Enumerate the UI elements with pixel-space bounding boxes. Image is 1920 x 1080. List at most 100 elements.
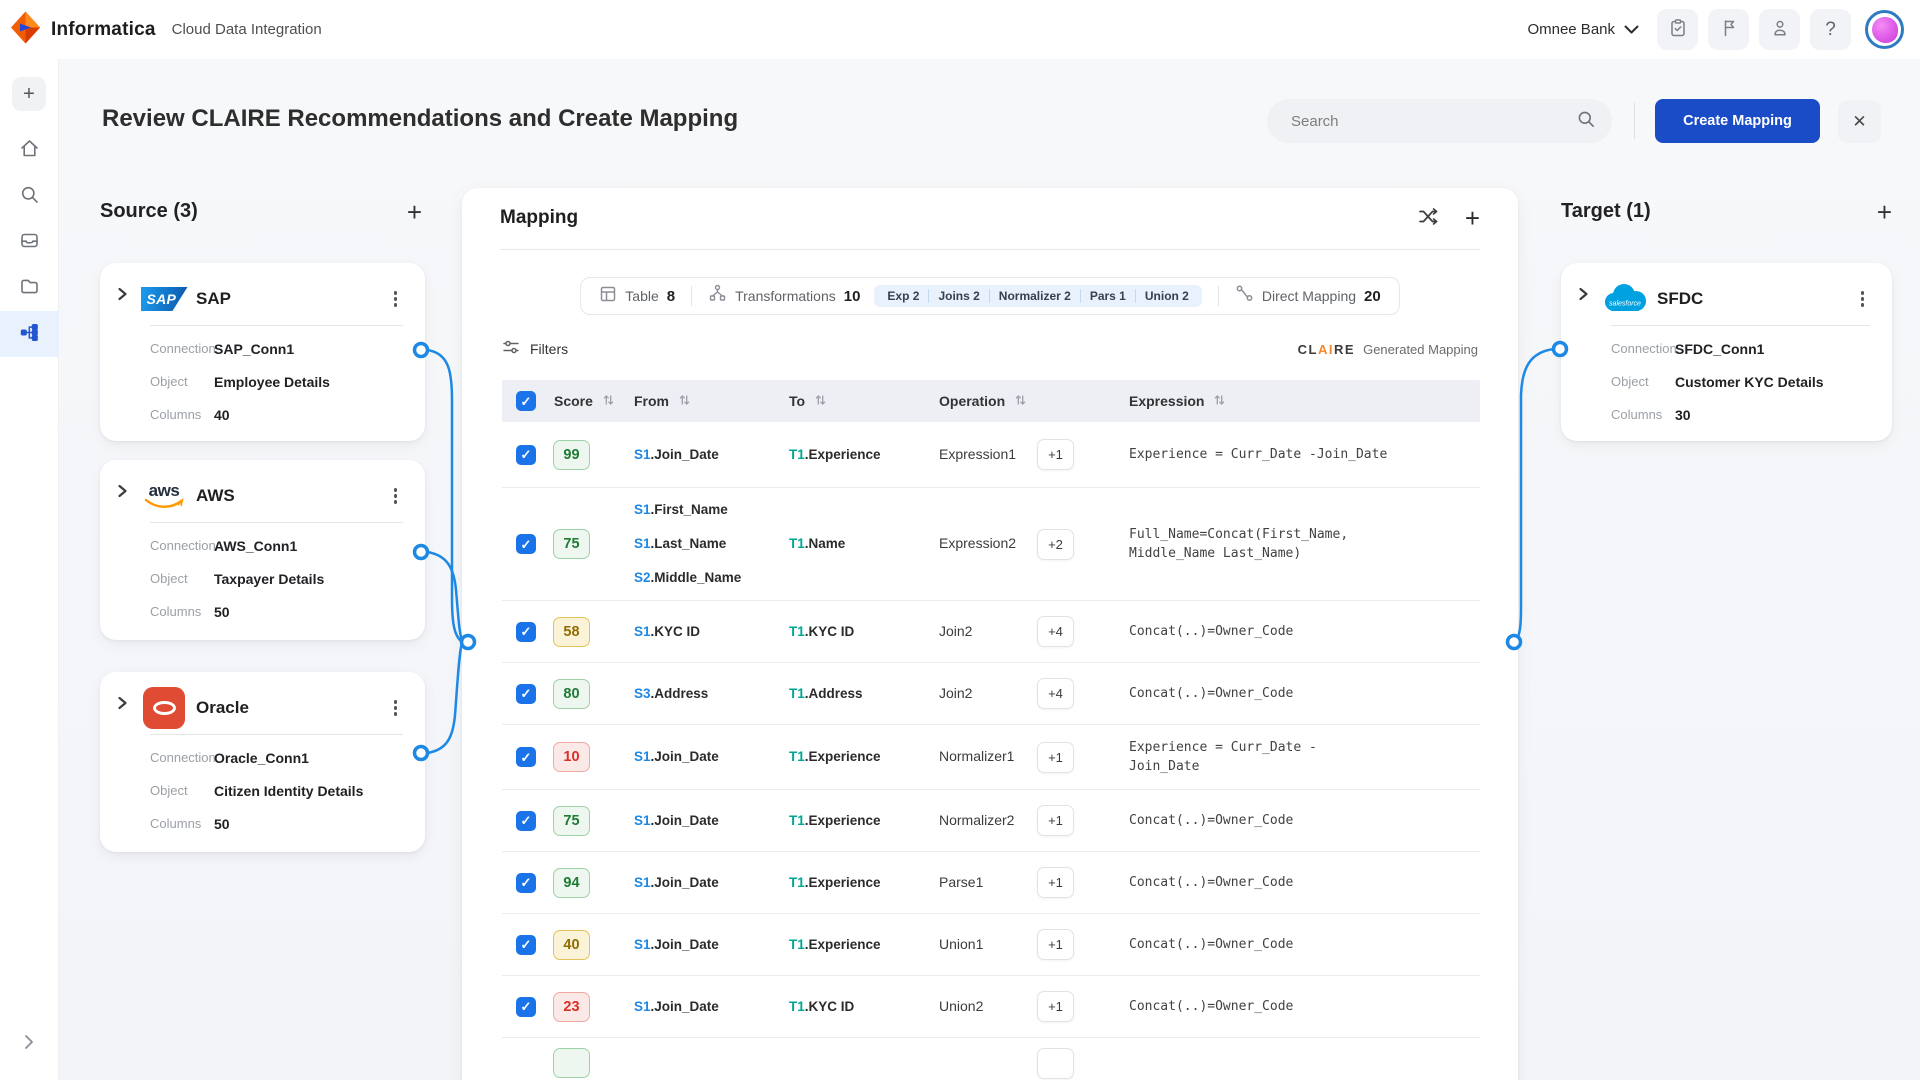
sidebar-item-home[interactable]: [0, 127, 59, 173]
operation-name: Normalizer2: [939, 812, 1014, 828]
target-prefix: T1: [789, 536, 805, 551]
target-card-stack: salesforce SFDC Connection SFDC_Conn1 Ob…: [1561, 263, 1892, 441]
connector-name: SAP: [196, 289, 231, 309]
column-header-expression[interactable]: Expression: [1129, 393, 1480, 409]
check-icon: ✓: [521, 625, 532, 638]
field-name: .Join_Date: [651, 813, 719, 828]
operation-count-badge[interactable]: +1: [1037, 439, 1074, 470]
brand-name: Informatica: [51, 19, 156, 41]
connector-name: AWS: [196, 486, 235, 506]
mapping-row[interactable]: ✓ 94 S1.Join_Date T1.Experience Parse1 +…: [502, 852, 1480, 914]
expand-card-button[interactable]: [117, 287, 128, 304]
search-input[interactable]: [1291, 113, 1576, 130]
search-box[interactable]: [1267, 99, 1612, 143]
source-card[interactable]: SAP aws Oracle Connection Oracle_Conn1 O…: [100, 672, 425, 852]
row-checkbox[interactable]: ✓: [516, 684, 536, 704]
add-target-button[interactable]: +: [1877, 202, 1892, 222]
object-label: Object: [150, 374, 214, 390]
expression-text: Concat(..)=Owner_Code: [1129, 811, 1480, 830]
sort-icon[interactable]: [1214, 393, 1225, 409]
operation-count-badge[interactable]: +1: [1037, 929, 1074, 960]
operation-count-badge[interactable]: +4: [1037, 678, 1074, 709]
add-source-button[interactable]: +: [407, 202, 422, 222]
transformation-chips: Exp 2Joins 2Normalizer 2Pars 1Union 2: [874, 285, 1201, 307]
create-mapping-button[interactable]: Create Mapping: [1655, 99, 1820, 143]
operation-count-badge[interactable]: +1: [1037, 805, 1074, 836]
object-value: Employee Details: [214, 374, 405, 390]
row-checkbox[interactable]: ✓: [516, 747, 536, 767]
mapping-row[interactable]: ✓ 10 S1.Join_Date T1.Experience Normaliz…: [502, 725, 1480, 790]
auto-map-button[interactable]: [1418, 207, 1439, 229]
mapping-network-icon: [19, 322, 40, 346]
sidebar-item-mappings[interactable]: [0, 311, 59, 357]
expression-text: Concat(..)=Owner_Code: [1129, 873, 1480, 892]
operation-name: Union1: [939, 936, 983, 952]
sort-icon[interactable]: [815, 393, 826, 409]
row-checkbox[interactable]: ✓: [516, 873, 536, 893]
row-checkbox[interactable]: ✓: [516, 811, 536, 831]
sort-icon[interactable]: [1015, 393, 1026, 409]
operation-count-badge[interactable]: +4: [1037, 616, 1074, 647]
user-button[interactable]: [1759, 9, 1800, 50]
new-button[interactable]: +: [12, 77, 46, 111]
operation-count-badge[interactable]: +2: [1037, 529, 1074, 560]
kebab-menu-icon[interactable]: [390, 287, 402, 311]
mapping-row[interactable]: ✓ 99 S1.Join_Date T1.Experience Expressi…: [502, 422, 1480, 488]
mapping-row[interactable]: ✓ 23 S1.Join_Date T1.KYC ID Union2 +1 Co…: [502, 976, 1480, 1038]
column-header-from[interactable]: From: [634, 393, 789, 409]
source-card[interactable]: SAP aws SAP Connection SAP_Conn1 Object …: [100, 263, 425, 441]
expression-text: Concat(..)=Owner_Code: [1129, 935, 1480, 954]
mapping-row[interactable]: ✓ 75 S1.Join_Date T1.Experience Normaliz…: [502, 790, 1480, 852]
operation-count-badge[interactable]: +1: [1037, 742, 1074, 773]
clipboard-check-icon: [1668, 18, 1688, 41]
operation-count-badge[interactable]: [1037, 1048, 1074, 1079]
filters-button[interactable]: Filters: [502, 338, 568, 361]
tasks-button[interactable]: [1657, 9, 1698, 50]
flag-button[interactable]: [1708, 9, 1749, 50]
from-field-list: S3.Address: [634, 685, 789, 703]
org-switcher[interactable]: Omnee Bank: [1527, 21, 1639, 39]
expand-card-button[interactable]: [1578, 287, 1589, 304]
kebab-menu-icon[interactable]: [390, 696, 402, 720]
to-field: T1.KYC ID: [789, 623, 939, 641]
add-mapping-button[interactable]: +: [1465, 208, 1480, 228]
target-card[interactable]: salesforce SFDC Connection SFDC_Conn1 Ob…: [1561, 263, 1892, 441]
row-checkbox[interactable]: ✓: [516, 622, 536, 642]
select-all-checkbox[interactable]: ✓: [516, 391, 536, 411]
kebab-menu-icon[interactable]: [390, 484, 402, 508]
sidebar-item-search[interactable]: [0, 173, 59, 219]
expand-card-button[interactable]: [117, 696, 128, 713]
mapping-row[interactable]: ✓ 80 S3.Address T1.Address Join2 +4 Conc…: [502, 663, 1480, 725]
mapping-row[interactable]: ✓ 40 S1.Join_Date T1.Experience Union1 +…: [502, 914, 1480, 976]
column-header-score[interactable]: Score: [550, 393, 634, 409]
sort-icon[interactable]: [679, 393, 690, 409]
from-field-list: S1.Join_Date: [634, 812, 789, 830]
from-field: S3.Address: [634, 685, 789, 703]
sidebar-item-projects[interactable]: [0, 265, 59, 311]
kebab-menu-icon[interactable]: [1857, 287, 1869, 311]
aws-logo-text: aws: [149, 483, 180, 498]
row-checkbox[interactable]: ✓: [516, 445, 536, 465]
expand-card-button[interactable]: [117, 484, 128, 501]
sidebar-expand-button[interactable]: [0, 1020, 59, 1066]
row-checkbox[interactable]: ✓: [516, 935, 536, 955]
expression-text: Experience = Curr_Date -Join_Date: [1129, 445, 1480, 464]
sidebar-item-inbox[interactable]: [0, 219, 59, 265]
help-button[interactable]: ?: [1810, 9, 1851, 50]
column-header-to[interactable]: To: [789, 393, 939, 409]
claire-avatar[interactable]: [1865, 10, 1904, 49]
mapping-row[interactable]: ✓ 75 S1.First_NameS1.Last_NameS2.Middle_…: [502, 488, 1480, 601]
row-checkbox[interactable]: ✓: [516, 997, 536, 1017]
column-header-operation[interactable]: Operation: [939, 393, 1037, 409]
operation-count-badge[interactable]: +1: [1037, 867, 1074, 898]
operation-count-badge[interactable]: +1: [1037, 991, 1074, 1022]
mapping-table-body: ✓ 99 S1.Join_Date T1.Experience Expressi…: [502, 422, 1480, 1080]
chevron-right-icon: [24, 1034, 34, 1053]
mapping-row[interactable]: ✓ 58 S1.KYC ID T1.KYC ID Join2 +4 Concat…: [502, 601, 1480, 663]
flag-icon: [1719, 18, 1739, 41]
source-card[interactable]: SAP aws AWS Connection AWS_Conn1 Object …: [100, 460, 425, 640]
close-button[interactable]: ✕: [1838, 100, 1881, 143]
sort-icon[interactable]: [603, 393, 614, 409]
row-checkbox[interactable]: ✓: [516, 534, 536, 554]
mapping-row[interactable]: ✓: [502, 1038, 1480, 1080]
